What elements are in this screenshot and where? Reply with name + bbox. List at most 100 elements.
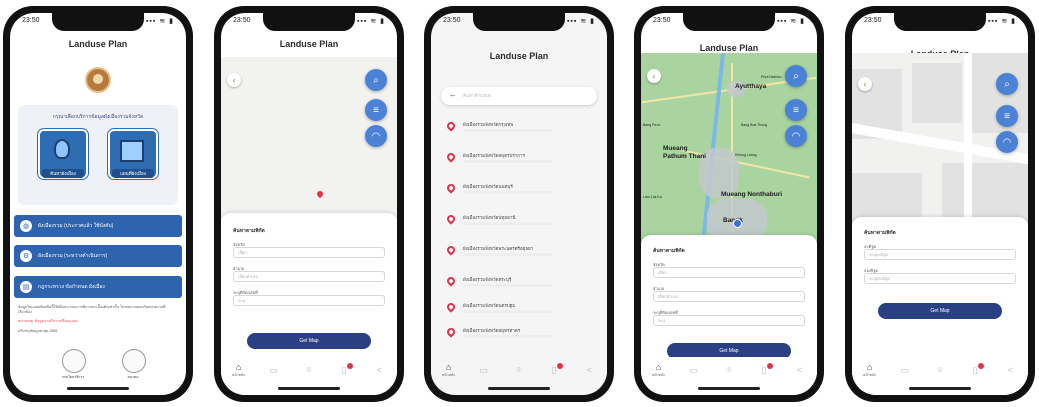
list-item-title: ผังเมืองรวมจังหวัดสระบุรี — [463, 277, 512, 282]
menu-regulations[interactable]: ▤ กฎกระทรวง ข้อกำหนด ผังเมือง — [14, 276, 182, 298]
longitude-input[interactable]: ระบุลองจิจูด — [864, 273, 1016, 284]
province-select[interactable]: เลือก — [653, 267, 805, 278]
home-icon: ⌂ — [866, 362, 873, 372]
search-list-screen: 23:50 ▪▪▪ ≋ ▮ Landuse Plan ← ค้นหาตำแหน่ง… — [431, 13, 607, 395]
pin-icon: ⌾ — [306, 364, 312, 375]
coordinate-input[interactable]: ระบุ — [233, 295, 385, 306]
tab-share[interactable]: < — [580, 365, 598, 375]
plan-map-tile[interactable]: แผนที่ผังเมือง — [108, 129, 158, 179]
wifi-icon[interactable]: ◠ — [785, 125, 807, 147]
list-item-title: ผังเมืองรวมจังหวัดนนทบุรี — [463, 184, 513, 189]
tab-pin[interactable]: ⌾ — [720, 365, 738, 376]
list-item[interactable]: ผังเมืองรวมจังหวัดปทุมธานี — [445, 212, 597, 234]
wifi-icon[interactable]: ◠ — [365, 125, 387, 147]
street-map-screen: 23:50▪▪▪ ≋ ▮ Landuse Plan · ‹ ⌕ ≡ ◠ ค้นห… — [852, 13, 1028, 395]
location-pin-icon — [54, 139, 70, 159]
label-khlong-luang: Khlong Luang — [735, 153, 757, 157]
tab-home[interactable]: ⌂ หน้าหลัก — [650, 362, 668, 378]
status-icons: ▪▪▪ ≋ ▮ — [987, 18, 1016, 25]
get-map-button[interactable]: Get Map — [878, 303, 1002, 319]
search-icon[interactable]: ⌕ — [785, 65, 807, 87]
coordinate-input[interactable]: ระบุ — [653, 315, 805, 326]
tab-map[interactable]: ▭ — [475, 365, 493, 376]
wifi-icon[interactable]: ◠ — [996, 131, 1018, 153]
list-item[interactable]: ผังเมืองรวมจังหวัดสมุทรสาคร — [445, 325, 597, 347]
notch — [683, 13, 775, 31]
list-item-title: ผังเมืองรวมจังหวัดนครปฐม — [463, 303, 516, 308]
list-item-subtitle — [463, 222, 553, 225]
list-item[interactable]: ผังเมืองรวมจังหวัดนนทบุรี — [445, 181, 597, 203]
tile-label: ค้นหาผังเมือง — [42, 169, 84, 178]
list-item[interactable]: ผังเมืองรวมจังหวัดสมุทรปราการ — [445, 150, 597, 172]
app-title: Landuse Plan — [489, 51, 549, 61]
tab-pin[interactable]: ⌾ — [300, 365, 318, 376]
department-logo — [85, 67, 111, 93]
tab-notifications[interactable]: ▯ — [755, 362, 774, 376]
back-arrow-icon[interactable]: ← — [449, 90, 457, 99]
tab-home[interactable]: ⌂ หน้าหลัก — [230, 362, 248, 378]
search-icon[interactable]: ⌕ — [996, 73, 1018, 95]
menu-plan-in-progress[interactable]: ⚙ ผังเมืองรวม (ระหว่างดำเนินการ) — [14, 245, 182, 267]
notch — [894, 13, 986, 31]
list-item-subtitle — [463, 191, 553, 194]
list-item-subtitle — [463, 310, 553, 313]
sheet-title: ค้นหาตามพิกัด — [233, 228, 265, 234]
menu-plan-announced[interactable]: ◍ ผังเมืองรวม (ประกาศแล้ว ใช้บังคับ) — [14, 215, 182, 237]
list-item[interactable]: ผังเมืองรวมจังหวัดกรุงเทพ — [445, 119, 597, 141]
phone-region-map: 23:50 ▪▪▪ ≋ ▮ Landuse Plan Ayutthaya Muea… — [634, 6, 824, 402]
status-icons: ▪▪▪ ≋ ▮ — [356, 18, 385, 25]
tab-share[interactable]: < — [1001, 365, 1019, 375]
notch — [473, 13, 565, 31]
district-select[interactable]: เลือกอำเภอ — [233, 271, 385, 282]
tab-map[interactable]: ▭ — [896, 365, 914, 376]
get-map-button[interactable]: Get Map — [247, 333, 371, 349]
search-input[interactable]: ค้นหาตำแหน่ง — [463, 92, 491, 99]
search-plan-tile[interactable]: ค้นหาผังเมือง — [38, 129, 88, 179]
layers-icon[interactable]: ≡ — [996, 105, 1018, 127]
status-icons: ▪▪▪ ≋ ▮ — [566, 18, 595, 25]
district-select[interactable]: เลือกอำเภอ — [653, 291, 805, 302]
label-phra-nakhon: Phra Nakhon — [761, 75, 782, 79]
gear-icon: ⚙ — [20, 250, 32, 262]
layers-icon[interactable]: ≡ — [785, 99, 807, 121]
search-bar[interactable]: ← ค้นหาตำแหน่ง — [441, 87, 597, 105]
tab-notifications[interactable]: ▯ — [545, 362, 564, 376]
pin-icon: ⌾ — [937, 364, 943, 375]
status-icons: ▪▪▪ ≋ ▮ — [776, 18, 805, 25]
list-item[interactable]: ผังเมืองรวมจังหวัดสระบุรี — [445, 274, 597, 296]
app-title: Landuse Plan — [68, 39, 128, 49]
pin-icon: ⌾ — [726, 364, 732, 375]
list-item-subtitle — [463, 284, 553, 287]
layers-icon[interactable]: ≡ — [365, 99, 387, 121]
tab-notifications[interactable]: ▯ — [335, 362, 354, 376]
back-icon[interactable]: ‹ — [647, 69, 661, 83]
tab-pin[interactable]: ⌾ — [510, 365, 528, 376]
tab-bar: ⌂ หน้าหลัก ▭ ⌾ ▯ < — [641, 357, 817, 383]
tab-pin[interactable]: ⌾ — [931, 365, 949, 376]
back-icon[interactable]: ‹ — [858, 77, 872, 91]
list-item-title: ผังเมืองรวมจังหวัดสมุทรปราการ — [463, 153, 525, 158]
home-indicator — [698, 387, 760, 390]
tab-map[interactable]: ▭ — [685, 365, 703, 376]
tab-home[interactable]: ⌂ หน้าหลัก — [440, 362, 458, 378]
list-item[interactable]: ผังเมืองรวมจังหวัดนครปฐม — [445, 300, 597, 322]
notch — [52, 13, 144, 31]
back-icon[interactable]: ‹ — [227, 73, 241, 87]
tab-label: หน้าหลัก — [651, 373, 666, 377]
list-item[interactable]: ผังเมืองรวมจังหวัดพระนครศรีอยุธยา — [445, 243, 597, 265]
app-title: Landuse Plan — [279, 39, 339, 49]
tab-map[interactable]: ▭ — [265, 365, 283, 376]
label-bang-pa-in: Bang Pa-in — [643, 123, 661, 127]
list-item-subtitle — [463, 160, 553, 163]
folded-map-icon — [120, 140, 144, 162]
globe-icon: ◍ — [20, 220, 32, 232]
tab-share[interactable]: < — [370, 365, 388, 375]
tab-share[interactable]: < — [790, 365, 808, 375]
tab-notifications[interactable]: ▯ — [966, 362, 985, 376]
current-location-dot — [733, 219, 742, 228]
latitude-input[interactable]: ระบุละติจูด — [864, 249, 1016, 260]
province-select[interactable]: เลือก — [233, 247, 385, 258]
search-icon[interactable]: ⌕ — [365, 69, 387, 91]
status-time: 23:50 — [22, 17, 40, 24]
tab-home[interactable]: ⌂ หน้าหลัก — [861, 362, 879, 378]
